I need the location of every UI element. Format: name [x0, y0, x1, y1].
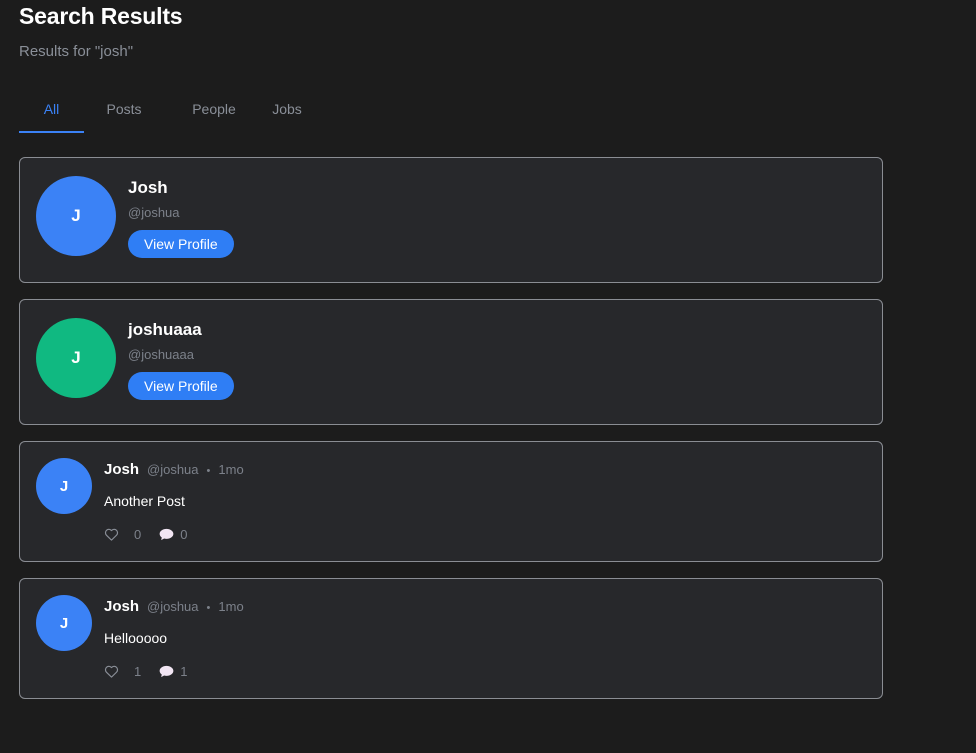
like-button[interactable]: 1 — [104, 664, 141, 679]
user-result-card: J joshuaaa @joshuaaa View Profile — [19, 299, 883, 425]
view-profile-button[interactable]: View Profile — [128, 372, 234, 400]
user-handle: @joshuaaa — [128, 347, 194, 362]
post-body: Hellooooo — [104, 630, 168, 646]
avatar[interactable]: J — [36, 318, 116, 398]
post-timestamp: 1mo — [218, 599, 244, 614]
tab-bar: All Posts People Jobs — [19, 92, 324, 133]
like-count: 1 — [134, 664, 142, 679]
separator-dot: • — [206, 465, 211, 477]
post-actions: 1 1 — [104, 664, 187, 679]
avatar[interactable]: J — [36, 595, 92, 651]
post-result-card[interactable]: J Josh @joshua • 1mo Hellooooo 1 1 — [19, 578, 883, 699]
tab-people[interactable]: People — [168, 92, 260, 133]
like-count: 0 — [134, 527, 142, 542]
heart-icon — [104, 665, 119, 678]
like-button[interactable]: 0 — [104, 527, 141, 542]
page-title: Search Results — [19, 3, 183, 29]
post-body: Another Post — [104, 493, 185, 509]
post-timestamp: 1mo — [218, 462, 244, 477]
tab-all[interactable]: All — [19, 92, 84, 133]
post-actions: 0 0 — [104, 527, 187, 542]
user-handle: @joshua — [128, 205, 180, 220]
separator-dot: • — [206, 602, 211, 614]
comment-button[interactable]: 1 — [159, 664, 187, 679]
heart-icon — [104, 528, 119, 541]
comment-count: 0 — [180, 527, 188, 542]
tab-jobs[interactable]: Jobs — [251, 92, 323, 133]
post-header: Josh @joshua • 1mo — [104, 598, 244, 615]
user-result-card: J Josh @joshua View Profile — [19, 157, 883, 283]
comment-icon — [159, 665, 174, 678]
avatar[interactable]: J — [36, 176, 116, 256]
comment-count: 1 — [180, 664, 188, 679]
post-author[interactable]: Josh — [104, 598, 139, 615]
comment-icon — [159, 528, 174, 541]
avatar[interactable]: J — [36, 458, 92, 514]
user-name[interactable]: Josh — [128, 178, 168, 198]
search-results-page: Search Results Results for "josh" All Po… — [0, 0, 976, 753]
tab-posts[interactable]: Posts — [84, 92, 164, 133]
post-header: Josh @joshua • 1mo — [104, 461, 244, 478]
post-result-card[interactable]: J Josh @joshua • 1mo Another Post 0 0 — [19, 441, 883, 562]
user-name[interactable]: joshuaaa — [128, 320, 202, 340]
post-author[interactable]: Josh — [104, 461, 139, 478]
post-handle: @joshua — [147, 599, 199, 614]
view-profile-button[interactable]: View Profile — [128, 230, 234, 258]
post-handle: @joshua — [147, 462, 199, 477]
page-subtitle: Results for "josh" — [19, 43, 134, 60]
comment-button[interactable]: 0 — [159, 527, 187, 542]
